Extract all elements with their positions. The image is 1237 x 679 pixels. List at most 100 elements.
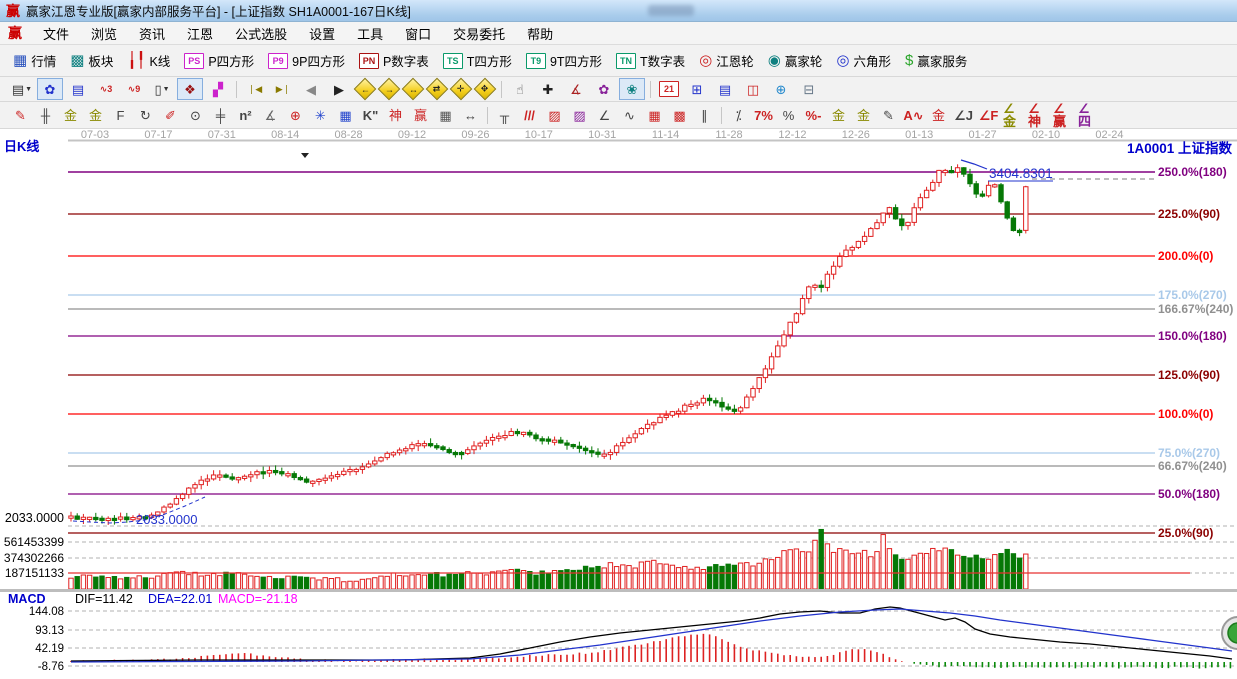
menu-item-3[interactable]: 江恩	[176, 24, 224, 43]
angle-ying-tool[interactable]: ∠赢	[1052, 104, 1075, 127]
grid-red-tool[interactable]: ▦	[643, 104, 666, 127]
spiral-tool-button[interactable]: ❀	[619, 78, 645, 100]
menu-item-2[interactable]: 资讯	[128, 24, 176, 43]
p-square-button[interactable]: PSP四方形	[177, 48, 261, 74]
calculator-button[interactable]: ⊞	[684, 78, 710, 100]
gann-wheel-button[interactable]: ◎江恩轮	[692, 48, 761, 74]
winner-wheel-button[interactable]: ◉赢家轮	[761, 48, 830, 74]
grid123-tool[interactable]: ▦	[434, 104, 457, 127]
pencil-red-tool[interactable]: ✎	[9, 104, 32, 127]
compass-tool[interactable]: ✳	[309, 104, 332, 127]
t9-square-button[interactable]: T99T四方形	[519, 48, 609, 74]
grid-blue-tool[interactable]: ▦	[334, 104, 357, 127]
angle-si-tool[interactable]: ∠四	[1077, 104, 1100, 127]
zoom-h-button[interactable]: ↔	[402, 78, 425, 101]
fan-red-tool[interactable]: ///	[518, 104, 541, 127]
menu-item-9[interactable]: 帮助	[516, 24, 564, 43]
winner-service-button[interactable]: $赢家服务	[898, 48, 974, 74]
gann-circle-tool[interactable]: ⊕	[284, 104, 307, 127]
fence2-tool[interactable]: ╪	[209, 104, 232, 127]
p9-square-button[interactable]: P99P四方形	[261, 48, 352, 74]
pct-line-tool[interactable]: %-	[802, 104, 825, 127]
f10-doc-button[interactable]: ▤	[65, 78, 91, 100]
squeeze-h-button[interactable]: ⇄	[426, 78, 449, 101]
f-gate-tool[interactable]: F	[109, 104, 132, 127]
goto-first-button[interactable]: ❘◀	[242, 78, 268, 100]
angle-tool-button[interactable]: ∡	[563, 78, 589, 100]
gold-line-tool[interactable]: 金	[852, 104, 875, 127]
wave3-button[interactable]: ∿3	[93, 78, 119, 100]
angle-lines-tool[interactable]: ∠	[593, 104, 616, 127]
calendar-button[interactable]: 21	[656, 78, 682, 100]
t-square-button[interactable]: TST四方形	[436, 48, 519, 74]
gann-flower-button[interactable]: ✿	[591, 78, 617, 100]
angle-gold-tool[interactable]: ∠金	[1002, 104, 1025, 127]
color-hist-button[interactable]: ▞	[205, 78, 231, 100]
width-arrow-tool[interactable]: ↔	[459, 104, 482, 127]
parallel-tool[interactable]: ∥	[693, 104, 716, 127]
candle-body	[323, 478, 327, 480]
p-number-button[interactable]: PNP数字表	[352, 48, 436, 74]
menu-item-1[interactable]: 浏览	[80, 24, 128, 43]
gold-red-tool[interactable]: 金	[927, 104, 950, 127]
prev-button[interactable]: ◀	[298, 78, 324, 100]
pattern-blue-button[interactable]: ✿	[37, 78, 63, 100]
crosshair-tool-button[interactable]: ✚	[535, 78, 561, 100]
wave9-button[interactable]: ∿9	[121, 78, 147, 100]
tsquare-tool[interactable]: ╥	[493, 104, 516, 127]
sectors-button[interactable]: ▩板块	[63, 48, 120, 74]
t-number-button[interactable]: TNT数字表	[609, 48, 692, 74]
pct-tool[interactable]: %	[777, 104, 800, 127]
shen-tool[interactable]: 神	[384, 104, 407, 127]
n2-tool[interactable]: n²	[234, 104, 257, 127]
wave-red-tool[interactable]: A∿	[902, 104, 925, 127]
time-cycle-tool[interactable]: ⊙	[184, 104, 207, 127]
volume-bar	[273, 579, 277, 589]
angle-shen-tool[interactable]: ∠神	[1027, 104, 1050, 127]
save-button[interactable]: ◫	[740, 78, 766, 100]
menu-item-4[interactable]: 公式选股	[224, 24, 298, 43]
net-button[interactable]: ⊕	[768, 78, 794, 100]
angle-a-tool[interactable]: ∡	[259, 104, 282, 127]
kline-button[interactable]: ╽╿K线	[120, 48, 177, 74]
menu-item-8[interactable]: 交易委托	[442, 24, 516, 43]
fanbox-purple-tool[interactable]: ▨	[568, 104, 591, 127]
fence-tool[interactable]: ╫	[34, 104, 57, 127]
angle-j-tool[interactable]: ∠J	[952, 104, 975, 127]
menu-item-6[interactable]: 工具	[346, 24, 394, 43]
squeeze-all-button[interactable]: ✥	[474, 78, 497, 101]
hand-tool-button[interactable]: ☝	[507, 78, 533, 100]
k-quote-tool[interactable]: K"	[359, 104, 382, 127]
hollow-candle-button[interactable]: ▯▼	[149, 78, 175, 100]
next-button[interactable]: ▶	[326, 78, 352, 100]
menu-item-7[interactable]: 窗口	[394, 24, 442, 43]
menu-item-5[interactable]: 设置	[298, 24, 346, 43]
kline-chart[interactable]: 07-0307-1707-3108-1408-2809-1209-2610-17…	[0, 129, 1237, 674]
shift-left-button[interactable]: ←	[354, 78, 377, 101]
print-button[interactable]: ⊟	[796, 78, 822, 100]
gold-gate2-tool[interactable]: 金	[84, 104, 107, 127]
pen-black-tool[interactable]: ✎	[877, 104, 900, 127]
ying-tool[interactable]: 赢	[409, 104, 432, 127]
chart-area[interactable]: 07-0307-1707-3108-1408-2809-1209-2610-17…	[0, 129, 1237, 674]
goto-last-button[interactable]: ▶❘	[270, 78, 296, 100]
title-bar[interactable]: 赢 赢家江恩专业版[赢家内部服务平台] - [上证指数 SH1A0001-167…	[0, 0, 1237, 22]
gold-gate-tool[interactable]: 金	[59, 104, 82, 127]
grid-red2-tool[interactable]: ▩	[668, 104, 691, 127]
pattern-red-button[interactable]: ❖	[177, 78, 203, 100]
kline-style-button[interactable]: ▤▼	[9, 78, 35, 100]
zoom-all-button[interactable]: ✛	[450, 78, 473, 101]
gold-circle-tool[interactable]: 金	[827, 104, 850, 127]
pencil2-tool[interactable]: ✐	[159, 104, 182, 127]
hexagon-button[interactable]: ◎六角形	[829, 48, 898, 74]
angle-f-tool[interactable]: ∠F	[977, 104, 1000, 127]
quotes-button[interactable]: ▦行情	[6, 48, 63, 74]
fanbox-red-tool[interactable]: ▨	[543, 104, 566, 127]
wave-tool[interactable]: ∿	[618, 104, 641, 127]
pct-list-tool[interactable]: ⁒	[727, 104, 750, 127]
memo-button[interactable]: ▤	[712, 78, 738, 100]
shift-right-button[interactable]: →	[378, 78, 401, 101]
menu-item-0[interactable]: 文件	[32, 24, 80, 43]
spiral5-tool[interactable]: ↻	[134, 104, 157, 127]
pct7-tool[interactable]: 7%	[752, 104, 775, 127]
